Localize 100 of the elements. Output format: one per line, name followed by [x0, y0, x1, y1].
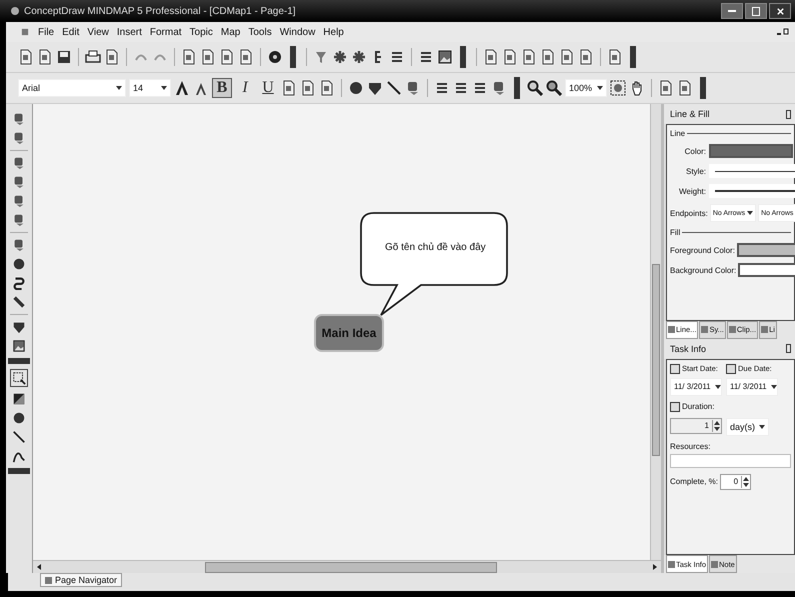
printer-icon[interactable]	[85, 49, 101, 65]
date-picker[interactable]: 11/ 3/2011	[726, 378, 778, 396]
circle-icon[interactable]	[12, 411, 26, 425]
circle-icon[interactable]	[348, 80, 364, 96]
asterisk-icon[interactable]	[332, 49, 348, 65]
maximize-button[interactable]	[745, 3, 767, 19]
menu-item[interactable]: Insert	[116, 26, 142, 38]
document-icon[interactable]	[677, 80, 693, 96]
main-topic[interactable]: Main Idea	[314, 314, 384, 352]
menu-item[interactable]: Map	[220, 26, 240, 38]
document-icon[interactable]	[37, 49, 53, 65]
toolbar-grip[interactable]	[8, 358, 30, 364]
complete-spinner[interactable]: 0	[720, 474, 752, 490]
minimize-button[interactable]	[721, 3, 743, 19]
zoom-in-icon[interactable]	[527, 80, 543, 96]
horizontal-scrollbar[interactable]	[33, 560, 661, 573]
resources-field[interactable]	[670, 454, 791, 468]
document-icon[interactable]	[559, 49, 575, 65]
topic-icon[interactable]	[12, 194, 26, 208]
document-icon[interactable]	[607, 49, 623, 65]
menu-item[interactable]: Format	[150, 26, 182, 38]
format-button[interactable]: I	[235, 78, 255, 98]
font-size-dropdown[interactable]: 14	[129, 79, 171, 97]
list-icon[interactable]	[389, 49, 405, 65]
close-button[interactable]	[769, 3, 791, 19]
gradient-square-icon[interactable]	[12, 392, 26, 406]
document-icon[interactable]	[238, 49, 254, 65]
callout-bubble[interactable]	[359, 211, 509, 317]
menu-item[interactable]: Window	[280, 26, 316, 38]
toolbar-grip[interactable]	[630, 46, 636, 68]
shield-icon[interactable]	[367, 80, 383, 96]
scroll-left-icon[interactable]	[37, 564, 41, 570]
toolbar-grip[interactable]	[514, 77, 520, 99]
document-icon[interactable]	[104, 49, 120, 65]
document-icon[interactable]	[502, 49, 518, 65]
document-icon[interactable]	[300, 80, 316, 96]
zoom-dropdown[interactable]: 100%	[565, 79, 607, 97]
document-icon[interactable]	[483, 49, 499, 65]
menu-item[interactable]: Tools	[248, 26, 272, 38]
list-icon[interactable]	[453, 80, 469, 96]
letter-icon[interactable]	[174, 80, 190, 96]
hook-icon[interactable]	[12, 276, 26, 290]
toolbar-grip[interactable]	[460, 46, 466, 68]
picture-icon[interactable]	[12, 339, 26, 353]
zoom-out-icon[interactable]	[546, 80, 562, 96]
toolbar-grip[interactable]	[700, 77, 706, 99]
zoom-area-icon[interactable]	[610, 80, 626, 96]
funnel-icon[interactable]	[313, 49, 329, 65]
restore-icon[interactable]	[777, 28, 789, 36]
checkbox[interactable]	[670, 402, 680, 412]
line-style-field[interactable]	[709, 164, 795, 178]
topic-icon[interactable]	[12, 112, 26, 126]
format-button[interactable]: B	[212, 78, 232, 98]
color-swatch[interactable]	[709, 144, 793, 158]
topic-icon[interactable]	[12, 131, 26, 145]
document-menu-icon[interactable]	[20, 27, 30, 37]
menu-item[interactable]: View	[87, 26, 109, 38]
topic-icon[interactable]	[12, 238, 26, 252]
topic-icon[interactable]	[12, 175, 26, 189]
circle-icon[interactable]	[12, 257, 26, 271]
checkbox[interactable]	[726, 364, 736, 374]
asterisk-icon[interactable]	[351, 49, 367, 65]
line-weight-field[interactable]	[709, 184, 795, 198]
menu-item[interactable]: Help	[323, 26, 344, 38]
document-icon[interactable]	[181, 49, 197, 65]
date-picker[interactable]: 11/ 3/2011	[670, 378, 722, 396]
toolbar-grip[interactable]	[8, 468, 30, 474]
picture-icon[interactable]	[437, 49, 453, 65]
document-icon[interactable]	[319, 80, 335, 96]
line-icon[interactable]	[386, 80, 402, 96]
line-icon[interactable]	[12, 430, 26, 444]
vertical-scrollbar[interactable]	[650, 104, 661, 560]
selection-icon[interactable]	[10, 369, 28, 387]
font-dropdown[interactable]: Arial	[18, 79, 126, 97]
document-icon[interactable]	[18, 49, 34, 65]
checkbox[interactable]	[670, 364, 680, 374]
document-icon[interactable]	[540, 49, 556, 65]
format-button[interactable]: U	[258, 78, 278, 98]
toolbar-grip[interactable]	[290, 46, 296, 68]
gear-icon[interactable]	[267, 49, 283, 65]
menu-item[interactable]: Edit	[62, 26, 80, 38]
topic-icon[interactable]	[12, 156, 26, 170]
topic-icon[interactable]	[12, 213, 26, 227]
unit-dropdown[interactable]: day(s)	[726, 418, 770, 436]
list-icon[interactable]	[434, 80, 450, 96]
spin-arrows-icon[interactable]	[741, 476, 750, 488]
menu-item[interactable]: File	[38, 26, 54, 38]
pin-icon[interactable]	[786, 344, 791, 353]
shield-icon[interactable]	[12, 320, 26, 334]
pin-icon[interactable]	[786, 110, 791, 118]
scroll-right-icon[interactable]	[653, 564, 657, 570]
document-icon[interactable]	[281, 80, 297, 96]
document-icon[interactable]	[578, 49, 594, 65]
list-icon[interactable]	[418, 49, 434, 65]
menu-item[interactable]: Topic	[190, 26, 213, 38]
document-icon[interactable]	[521, 49, 537, 65]
document-icon[interactable]	[200, 49, 216, 65]
page-navigator-tab[interactable]: Page Navigator	[40, 573, 122, 587]
spin-arrows-icon[interactable]	[712, 420, 721, 432]
document-icon[interactable]	[658, 80, 674, 96]
